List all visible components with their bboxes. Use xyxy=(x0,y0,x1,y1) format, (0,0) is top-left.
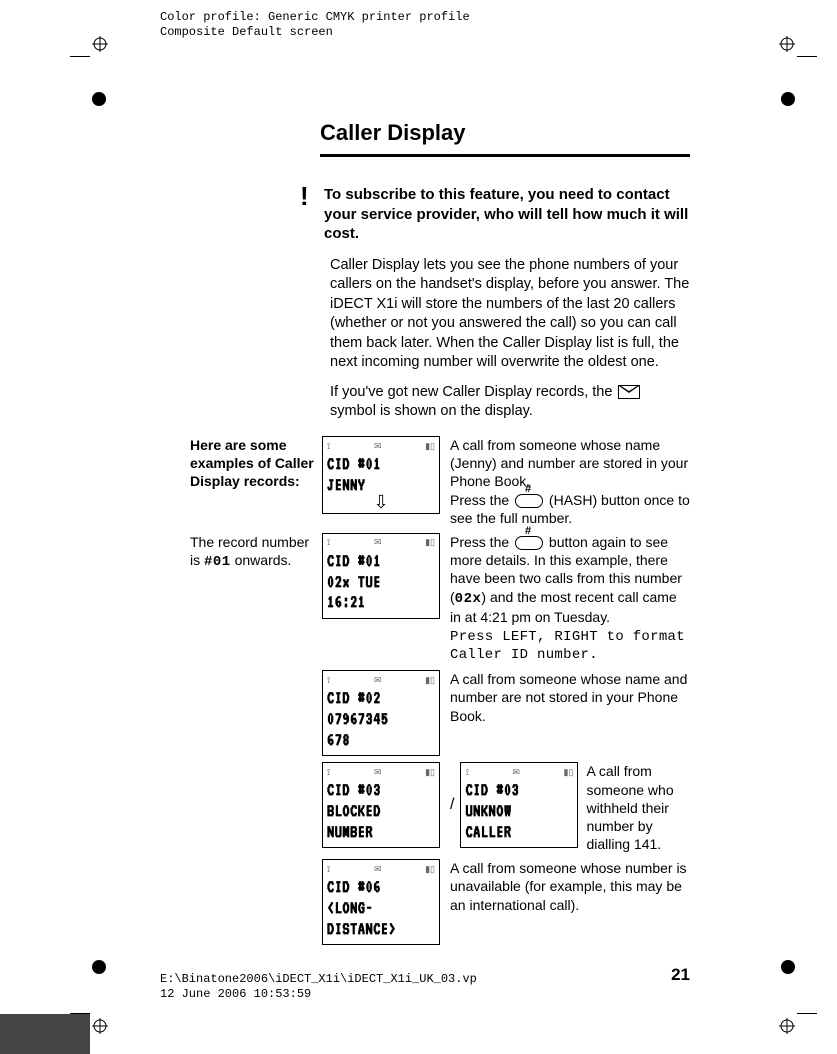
signal-icon: ⟟ xyxy=(327,767,330,778)
intro-paragraph-1: Caller Display lets you see the phone nu… xyxy=(330,256,690,373)
envelope-icon xyxy=(618,385,640,399)
example-row-4: ⟟ ✉ ▮▯ CID #03 BLOCKED NUMBER / ⟟ ✉ ▮▯ CID #… xyxy=(190,762,690,853)
slash-separator: / xyxy=(450,796,454,814)
battery-icon: ▮▯ xyxy=(425,767,435,778)
signal-icon: ⟟ xyxy=(327,864,330,875)
print-footer: E:\Binatone2006\iDECT_X1i\iDECT_X1i_UK_0… xyxy=(160,972,477,1002)
mail-icon: ✉ xyxy=(374,864,382,875)
examples-grid: Here are some examples of Caller Display… xyxy=(190,436,690,945)
reg-dot-top-right xyxy=(781,92,795,106)
lcd-status-icons: ⟟ ✉ ▮▯ xyxy=(327,537,435,549)
lcd-screen-5: ⟟ ✉ ▮▯ CID #06 <LONG- DISTANCE> xyxy=(322,859,440,945)
lcd-status-icons: ⟟ ✉ ▮▯ xyxy=(327,863,435,875)
intro-block: Caller Display lets you see the phone nu… xyxy=(330,256,690,423)
lcd-status-icons: ⟟ ✉ ▮▯ xyxy=(465,766,573,778)
exclamation-icon: ! xyxy=(300,185,324,244)
page-body: Caller Display ! To subscribe to this fe… xyxy=(190,100,690,985)
lcd-screen-4a: ⟟ ✉ ▮▯ CID #03 BLOCKED NUMBER xyxy=(322,762,440,848)
lcd-text-2: CID #01 02x TUE 16:21 xyxy=(327,551,435,613)
example-desc-2: Press the button again to see more detai… xyxy=(450,533,690,664)
example-desc-4: A call from someone who withheld their n… xyxy=(586,762,690,853)
print-header-line-1: Color profile: Generic CMYK printer prof… xyxy=(160,10,470,25)
examples-intro-left: Here are some examples of Caller Display… xyxy=(190,436,322,491)
battery-icon: ▮▯ xyxy=(425,537,435,548)
reg-dot-top-left xyxy=(92,92,106,106)
signal-icon: ⟟ xyxy=(327,537,330,548)
example-row-2: The record number is #01 onwards. ⟟ ✉ ▮▯ C… xyxy=(190,533,690,664)
crop-mark-bottom-left xyxy=(92,1018,108,1034)
example-row-3: ⟟ ✉ ▮▯ CID #02 07967345 678 A call from so… xyxy=(190,670,690,756)
crop-line xyxy=(797,1013,817,1014)
signal-icon: ⟟ xyxy=(327,675,330,686)
down-arrow-icon: ⇩ xyxy=(327,497,435,508)
hash-button-icon xyxy=(515,536,543,550)
mail-icon: ✉ xyxy=(374,767,382,778)
lcd-status-icons: ⟟ ✉ ▮▯ xyxy=(327,674,435,686)
print-footer-line-1: E:\Binatone2006\iDECT_X1i\iDECT_X1i_UK_0… xyxy=(160,972,477,987)
battery-icon: ▮▯ xyxy=(425,441,435,452)
crop-line xyxy=(70,56,90,57)
hash-button-icon xyxy=(515,494,543,508)
example-desc-3: A call from someone whose name and numbe… xyxy=(450,670,690,725)
lcd-text-4b: CID #03 UNKNOW CALLER xyxy=(465,780,573,842)
title-rule xyxy=(320,154,690,157)
lcd-text-3: CID #02 07967345 678 xyxy=(327,688,435,750)
page-edge-tab xyxy=(0,1014,90,1054)
crop-mark-top-right xyxy=(779,36,795,52)
example-desc-1: A call from someone whose name (Jenny) a… xyxy=(450,436,690,527)
lcd-status-icons: ⟟ ✉ ▮▯ xyxy=(327,440,435,452)
battery-icon: ▮▯ xyxy=(425,864,435,875)
lcd-pair: ⟟ ✉ ▮▯ CID #03 BLOCKED NUMBER / ⟟ ✉ ▮▯ CID #… xyxy=(322,762,586,848)
page-title: Caller Display xyxy=(320,120,690,146)
reg-dot-bottom-right xyxy=(781,960,795,974)
lcd-screen-3: ⟟ ✉ ▮▯ CID #02 07967345 678 xyxy=(322,670,440,756)
print-header-line-2: Composite Default screen xyxy=(160,25,470,40)
example-row-1: Here are some examples of Caller Display… xyxy=(190,436,690,527)
lcd-text-4a: CID #03 BLOCKED NUMBER xyxy=(327,780,435,842)
alert-text: To subscribe to this feature, you need t… xyxy=(324,185,692,244)
intro-paragraph-2: If you've got new Caller Display records… xyxy=(330,383,690,422)
example-desc-5: A call from someone whose number is unav… xyxy=(450,859,690,914)
reg-dot-bottom-left xyxy=(92,960,106,974)
mail-icon: ✉ xyxy=(374,675,382,686)
print-footer-line-2: 12 June 2006 10:53:59 xyxy=(160,987,477,1002)
lcd-screen-2: ⟟ ✉ ▮▯ CID #01 02x TUE 16:21 xyxy=(322,533,440,619)
lcd-screen-1: ⟟ ✉ ▮▯ CID #01 JENNY ⇩ xyxy=(322,436,440,514)
crop-line xyxy=(797,56,817,57)
lcd-status-icons: ⟟ ✉ ▮▯ xyxy=(327,766,435,778)
record-number-note: The record number is #01 onwards. xyxy=(190,533,322,571)
subscribe-alert: ! To subscribe to this feature, you need… xyxy=(300,185,692,244)
mail-icon: ✉ xyxy=(374,537,382,548)
print-header: Color profile: Generic CMYK printer prof… xyxy=(160,10,470,40)
lcd-text-5: CID #06 <LONG- DISTANCE> xyxy=(327,877,435,939)
lcd-text-1: CID #01 JENNY xyxy=(327,454,435,495)
mail-icon: ✉ xyxy=(512,767,520,778)
lcd-screen-4b: ⟟ ✉ ▮▯ CID #03 UNKNOW CALLER xyxy=(460,762,578,848)
signal-icon: ⟟ xyxy=(327,441,330,452)
crop-mark-bottom-right xyxy=(779,1018,795,1034)
mail-icon: ✉ xyxy=(374,441,382,452)
battery-icon: ▮▯ xyxy=(425,675,435,686)
example-row-5: ⟟ ✉ ▮▯ CID #06 <LONG- DISTANCE> A call fro… xyxy=(190,859,690,945)
battery-icon: ▮▯ xyxy=(564,767,574,778)
signal-icon: ⟟ xyxy=(465,767,468,778)
crop-mark-top-left xyxy=(92,36,108,52)
